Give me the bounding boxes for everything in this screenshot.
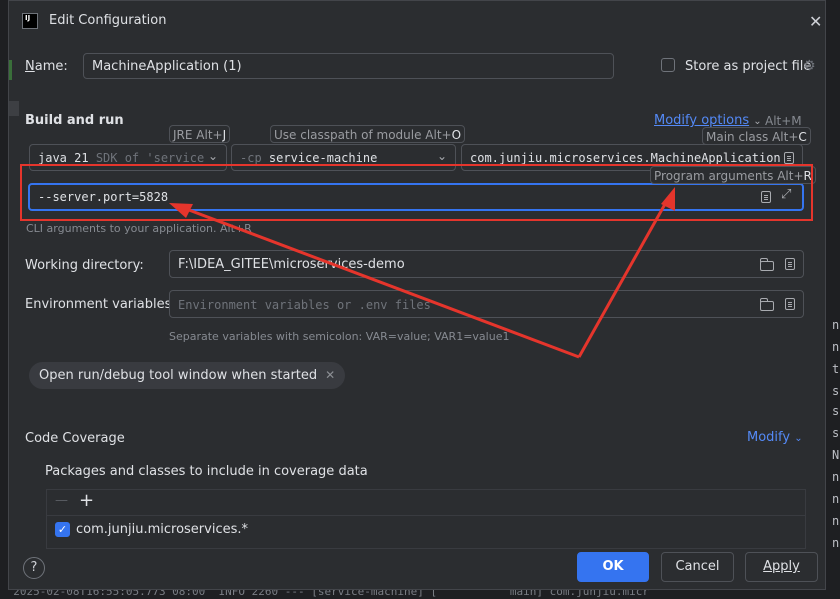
- annotation-overlay: [20, 164, 813, 359]
- annotation-arrowhead: [169, 203, 193, 218]
- bg-char: t: [832, 362, 840, 376]
- bg-char: n: [832, 536, 840, 550]
- edit-configuration-dialog: IJ Edit Configuration ✕ Name: MachineApp…: [8, 0, 826, 590]
- bg-char: s: [832, 384, 840, 398]
- bg-char: n: [832, 514, 840, 528]
- bg-char: n: [832, 492, 840, 506]
- bg-char: n: [832, 340, 840, 354]
- annotation-arrow-line: [180, 205, 580, 359]
- bg-char: n: [832, 470, 840, 484]
- bg-char: N: [832, 448, 840, 462]
- bg-char: s: [832, 404, 840, 418]
- bg-char: s: [832, 426, 840, 440]
- bg-char: n: [832, 318, 840, 332]
- annotation-box: [20, 164, 813, 221]
- background-editor-strip: n n t s s s N n n n n: [826, 0, 840, 599]
